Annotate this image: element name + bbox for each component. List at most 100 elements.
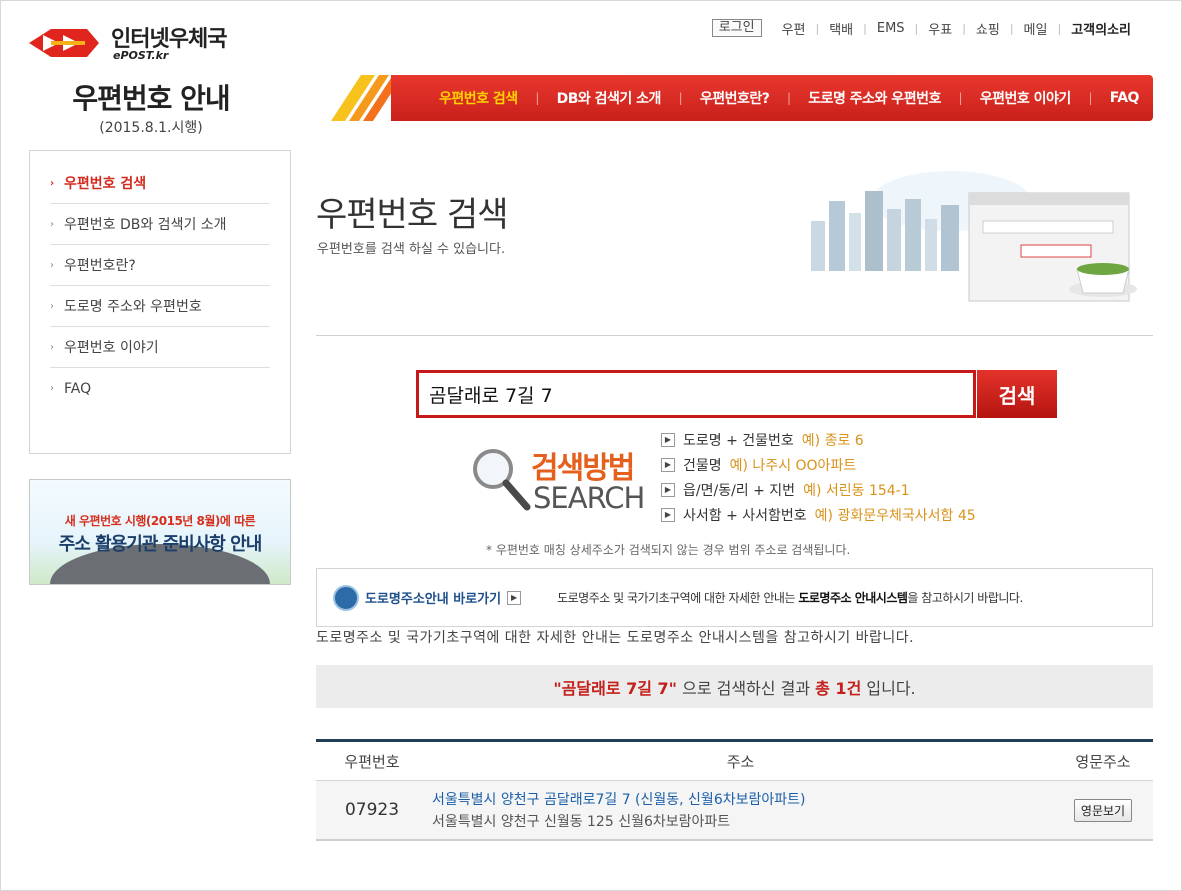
main-nav-menu: 우편번호 검색 | DB와 검색기 소개 | 우편번호란? | 도로명 주소와 우편번… [439, 75, 1153, 121]
arrow-box-icon: ▶ [661, 507, 675, 522]
arrow-box-icon[interactable]: ▶ [507, 590, 522, 605]
header-address: 주소 [726, 752, 755, 771]
site-title-sub: (2015.8.1.시행) [99, 120, 203, 136]
search-method-subtitle: SEARCH [533, 481, 645, 515]
arrow-right-icon: › [50, 383, 54, 394]
arrow-box-icon: ▶ [661, 432, 675, 447]
method-example: 예) 광화문우체국사서함 45 [814, 507, 976, 524]
page-description: 우편번호를 검색 하실 수 있습니다. [317, 242, 506, 257]
address-guide-banner[interactable]: 새 우편번호 시행(2015년 8월)에 따른 주소 활용기관 준비사항 안내 [29, 479, 291, 585]
msg-bold-text: 도로명주소 안내시스템 [798, 591, 908, 605]
divider [316, 335, 1153, 336]
separator: | [1088, 91, 1093, 105]
main-nav: 우편번호 검색 | DB와 검색기 소개 | 우편번호란? | 도로명 주소와 우편번… [331, 75, 1153, 121]
arrow-box-icon: ▶ [661, 457, 675, 472]
list-item: ▶ 도로명 + 건물번호 예) 종로 6 [661, 427, 976, 452]
hero-illustration [811, 171, 1137, 302]
method-example: 예) 서린동 154-1 [803, 482, 910, 499]
method-label: 사서함 + 사서함번호 [683, 507, 807, 524]
banner-line-1: 새 우편번호 시행(2015년 8월)에 따른 [64, 514, 256, 528]
result-text: 으로 검색하신 결과 [677, 678, 816, 698]
gnb-zipcode-search[interactable]: 우편번호 검색 [439, 88, 518, 108]
arrow-right-icon: › [50, 177, 55, 189]
util-link-ems[interactable]: EMS [867, 21, 915, 36]
government-emblem-icon [333, 584, 359, 611]
separator: | [678, 91, 683, 105]
search-input[interactable] [419, 373, 973, 415]
table-header: 우편번호 주소 영문주소 [316, 739, 1153, 781]
epost-logo[interactable]: 인터넷우체국 ePOST.kr [29, 21, 249, 67]
road-address-fallback-text: 도로명주소 및 국가기초구역에 대한 자세한 안내는 도로명주소 안내시스템을 … [316, 630, 915, 646]
sidebar-nav: › 우편번호 검색 › 우편번호 DB와 검색기 소개 › 우편번호란? › 도로명 주… [29, 150, 291, 454]
arrow-right-icon: › [50, 259, 54, 271]
search-note: * 우편번호 매칭 상세주소가 검색되지 않는 경우 범위 주소로 검색됩니다. [486, 543, 851, 557]
view-english-button[interactable]: 영문보기 [1073, 798, 1133, 822]
list-item: ▶ 사서함 + 사서함번호 예) 광화문우체국사서함 45 [661, 502, 976, 527]
msg-text: 을 참고하시기 바랍니다. [907, 591, 1023, 605]
util-link-parcel[interactable]: 택배 [819, 19, 863, 38]
site-title: 우편번호 안내 (2015.8.1.시행) [41, 77, 261, 137]
gnb-db-intro[interactable]: DB와 검색기 소개 [557, 88, 662, 108]
road-address-info: 도로명주소안내 바로가기 ▶ 도로명주소 및 국가기초구역에 대한 자세한 안내… [316, 568, 1153, 627]
arrow-right-icon: › [50, 341, 54, 353]
sidebar-item-road-address[interactable]: › 도로명 주소와 우편번호 [50, 286, 270, 327]
arrow-box-icon: ▶ [661, 482, 675, 497]
sidebar-item-label: 우편번호 DB와 검색기 소개 [64, 217, 227, 233]
road-address-link[interactable]: 서울특별시 양천구 곰달래로7길 7 (신월동, 신월6차보람아파트) [432, 789, 1053, 809]
sidebar-item-faq[interactable]: › FAQ [50, 368, 270, 409]
method-label: 건물명 [683, 457, 722, 474]
epost-logo-icon [29, 29, 99, 57]
result-table: 우편번호 주소 영문주소 07923 서울특별시 양천구 곰달래로7길 7 (신… [316, 739, 1153, 841]
gnb-zipcode-story[interactable]: 우편번호 이야기 [980, 88, 1072, 108]
sidebar-item-label: 도로명 주소와 우편번호 [64, 299, 202, 315]
util-link-post[interactable]: 우편 [772, 19, 816, 38]
separator: | [787, 91, 791, 105]
sidebar-item-zipcode-story[interactable]: › 우편번호 이야기 [50, 327, 270, 368]
table-row: 07923 서울특별시 양천구 곰달래로7길 7 (신월동, 신월6차보람아파트… [316, 781, 1153, 841]
result-count: 총 1건 [815, 678, 862, 698]
sidebar-item-db-intro[interactable]: › 우편번호 DB와 검색기 소개 [50, 204, 270, 245]
method-example: 예) 나주시 OO아파트 [729, 457, 857, 474]
util-link-mail[interactable]: 메일 [1014, 19, 1058, 38]
utility-nav: 로그인 우편 | 택배 | EMS | 우표 | 쇼핑 | 메일 | 고객의소리 [711, 17, 1141, 39]
search-method-list: ▶ 도로명 + 건물번호 예) 종로 6 ▶ 건물명 예) 나주시 OO아파트 ▶ 읍/면… [661, 427, 976, 527]
gnb-what-is-zipcode[interactable]: 우편번호란? [700, 88, 770, 108]
sidebar-item-what-is-zipcode[interactable]: › 우편번호란? [50, 245, 270, 286]
page-title: 우편번호 검색 [316, 195, 508, 235]
sidebar-item-label: 우편번호 검색 [64, 176, 147, 192]
english-address-cell: 영문보기 [1053, 798, 1153, 822]
gnb-faq[interactable]: FAQ [1110, 90, 1140, 106]
road-address-link[interactable]: 도로명주소안내 바로가기 [365, 588, 501, 607]
search-input-box[interactable] [416, 370, 976, 418]
search-button[interactable]: 검색 [977, 370, 1057, 418]
separator: | [958, 91, 963, 105]
method-example: 예) 종로 6 [801, 432, 864, 449]
result-query: "곰달래로 7길 7" [553, 678, 678, 698]
result-summary: "곰달래로 7길 7" 으로 검색하신 결과 총 1건 입니다. [316, 665, 1153, 708]
header-english-address: 영문주소 [1075, 752, 1131, 771]
method-label: 읍/면/동/리 + 지번 [683, 482, 796, 499]
gnb-road-address[interactable]: 도로명 주소와 우편번호 [808, 88, 941, 108]
util-link-shopping[interactable]: 쇼핑 [966, 19, 1010, 38]
road-address-message: 도로명주소 및 국가기초구역에 대한 자세한 안내는 도로명주소 안내시스템을 … [557, 589, 1023, 606]
header-zipcode: 우편번호 [344, 752, 400, 771]
sidebar-item-label: 우편번호 이야기 [64, 340, 159, 356]
arrow-right-icon: › [50, 218, 54, 230]
list-item: ▶ 읍/면/동/리 + 지번 예) 서린동 154-1 [661, 477, 976, 502]
jibun-address: 서울특별시 양천구 신월동 125 신월6차보람아파트 [432, 814, 731, 830]
zipcode-cell: 07923 [344, 800, 400, 820]
util-link-customer-voice[interactable]: 고객의소리 [1061, 19, 1141, 38]
msg-text: 도로명주소 및 국가기초구역에 대한 자세한 안내는 [557, 591, 799, 605]
site-title-main: 우편번호 안내 [72, 82, 230, 115]
address-cell: 서울특별시 양천구 곰달래로7길 7 (신월동, 신월6차보람아파트) 서울특별… [428, 789, 1053, 831]
magnifier-icon [473, 449, 531, 511]
result-text: 입니다. [861, 678, 916, 698]
sidebar-item-zipcode-search[interactable]: › 우편번호 검색 [50, 163, 270, 204]
sidebar-item-label: FAQ [64, 380, 92, 397]
login-button[interactable]: 로그인 [711, 19, 762, 37]
banner-line-2: 주소 활용기관 준비사항 안내 [58, 534, 263, 555]
logo-english-text: ePOST.kr [113, 49, 169, 62]
separator: | [535, 91, 539, 105]
sidebar-item-label: 우편번호란? [64, 258, 136, 274]
util-link-stamp[interactable]: 우표 [918, 19, 962, 38]
